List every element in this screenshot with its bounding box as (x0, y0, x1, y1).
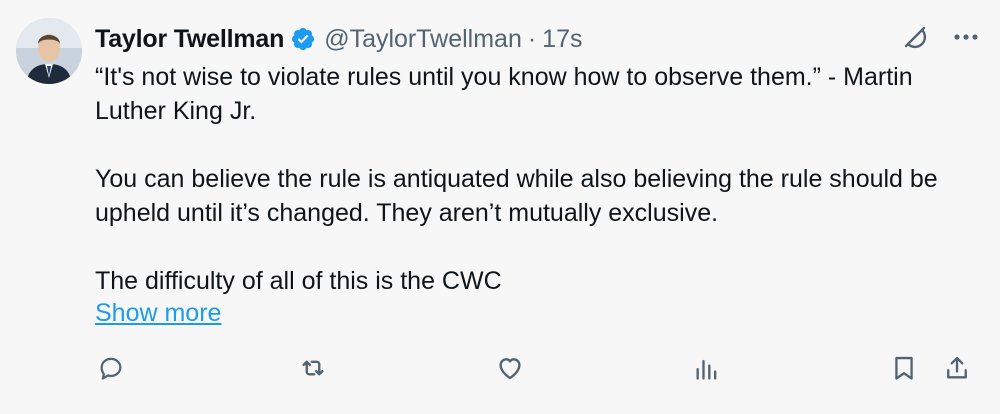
author-name[interactable]: Taylor Twellman (95, 25, 284, 54)
like-icon[interactable] (495, 348, 525, 388)
reply-icon[interactable] (97, 348, 125, 388)
top-right-actions (900, 22, 980, 52)
retweet-icon[interactable] (298, 348, 328, 388)
views-icon[interactable] (693, 348, 721, 388)
bookmark-icon[interactable] (890, 348, 918, 388)
show-more-link[interactable]: Show more (95, 296, 221, 330)
action-bar (95, 348, 975, 388)
timestamp[interactable]: 17s (542, 25, 582, 54)
tweet-paragraph: The difficulty of all of this is the CWC (95, 267, 502, 295)
more-icon[interactable] (952, 23, 980, 51)
separator-dot: · (527, 24, 537, 53)
grok-icon[interactable] (900, 22, 930, 52)
tweet-card[interactable]: Taylor Twellman @TaylorTwellman · 17s “I… (0, 0, 1000, 414)
share-icon[interactable] (943, 348, 971, 388)
tweet-text: “It's not wise to violate rules until yo… (95, 60, 975, 298)
tweet-paragraph: You can believe the rule is antiquated w… (95, 165, 938, 227)
author-handle[interactable]: @TaylorTwellman (324, 25, 522, 54)
tweet-paragraph: “It's not wise to violate rules until yo… (95, 63, 913, 125)
avatar[interactable] (16, 18, 82, 84)
tweet-header: Taylor Twellman @TaylorTwellman · 17s (95, 22, 582, 56)
verified-badge-icon (290, 26, 316, 52)
